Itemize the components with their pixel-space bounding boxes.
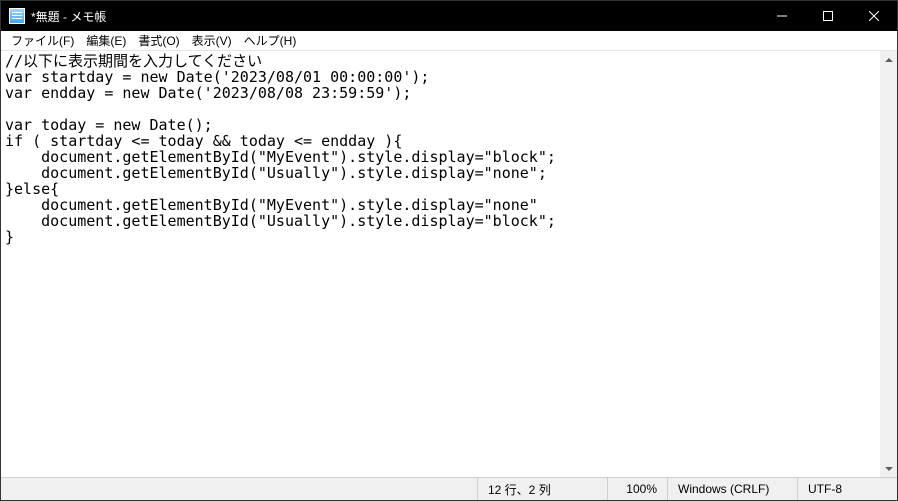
statusbar: 12 行、2 列 100% Windows (CRLF) UTF-8 (1, 477, 897, 500)
window-title: *無題 - メモ帳 (31, 8, 106, 25)
minimize-icon (777, 11, 787, 21)
maximize-button[interactable] (805, 1, 851, 31)
status-encoding: UTF-8 (797, 478, 897, 500)
minimize-button[interactable] (759, 1, 805, 31)
scroll-down-button[interactable] (880, 460, 897, 477)
menu-view[interactable]: 表示(V) (186, 31, 238, 50)
scroll-up-button[interactable] (880, 51, 897, 68)
menu-edit[interactable]: 編集(E) (80, 31, 132, 50)
menu-format[interactable]: 書式(O) (132, 31, 185, 50)
notepad-icon (9, 8, 25, 24)
status-position: 12 行、2 列 (477, 478, 607, 500)
vertical-scrollbar[interactable] (880, 51, 897, 477)
status-eol: Windows (CRLF) (667, 478, 797, 500)
text-editor[interactable]: //以下に表示期間を入力してください var startday = new Da… (1, 51, 880, 477)
menu-file[interactable]: ファイル(F) (5, 31, 80, 50)
status-zoom: 100% (607, 478, 667, 500)
editor-area: //以下に表示期間を入力してください var startday = new Da… (1, 51, 897, 477)
chevron-up-icon (885, 58, 893, 62)
titlebar[interactable]: *無題 - メモ帳 (1, 1, 897, 31)
scroll-track[interactable] (880, 68, 897, 460)
menubar: ファイル(F) 編集(E) 書式(O) 表示(V) ヘルプ(H) (1, 31, 897, 51)
chevron-down-icon (885, 467, 893, 471)
close-icon (869, 11, 879, 21)
status-empty (1, 478, 477, 500)
menu-help[interactable]: ヘルプ(H) (238, 31, 303, 50)
close-button[interactable] (851, 1, 897, 31)
maximize-icon (823, 11, 833, 21)
notepad-window: *無題 - メモ帳 ファイル(F) 編集(E) 書式(O) 表示(V) ヘルプ(… (0, 0, 898, 501)
